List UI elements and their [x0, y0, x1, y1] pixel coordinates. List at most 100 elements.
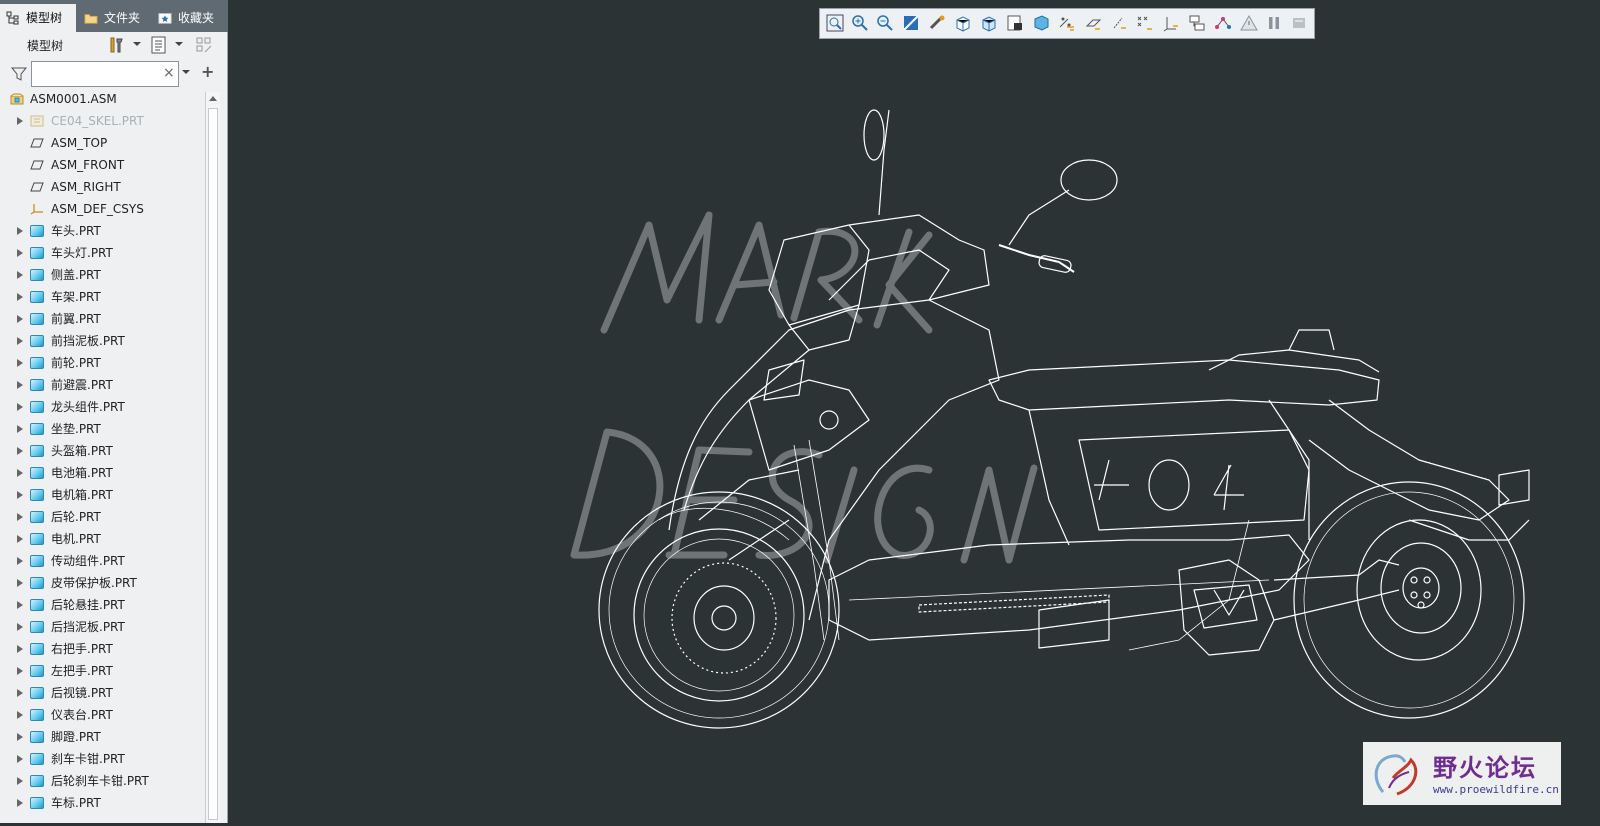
expand-arrow-icon[interactable]: [17, 645, 23, 653]
tree-item[interactable]: 前挡泥板.PRT: [0, 330, 204, 352]
expand-arrow-icon[interactable]: [17, 733, 23, 741]
tree-item[interactable]: 后轮刹车卡钳.PRT: [0, 770, 204, 792]
tree-item[interactable]: 脚蹬.PRT: [0, 726, 204, 748]
expand-arrow-icon[interactable]: [17, 601, 23, 609]
pause-icon[interactable]: [1264, 13, 1284, 33]
tree-item[interactable]: 前翼.PRT: [0, 308, 204, 330]
tree-item[interactable]: 仪表台.PRT: [0, 704, 204, 726]
expand-arrow-icon[interactable]: [17, 513, 23, 521]
point-display-icon[interactable]: [1109, 13, 1129, 33]
tree-item[interactable]: 坐垫.PRT: [0, 418, 204, 440]
spin-icon[interactable]: [1213, 13, 1233, 33]
expand-arrow-icon[interactable]: [17, 711, 23, 719]
tree-item[interactable]: 左把手.PRT: [0, 660, 204, 682]
repaint-icon[interactable]: [901, 13, 921, 33]
expand-arrow-icon[interactable]: [17, 777, 23, 785]
tree-item[interactable]: 右把手.PRT: [0, 638, 204, 660]
appearance-icon[interactable]: [1187, 13, 1207, 33]
expand-arrow-icon[interactable]: [17, 579, 23, 587]
add-icon[interactable]: +: [201, 64, 214, 80]
tree-item[interactable]: 后轮.PRT: [0, 506, 204, 528]
expand-arrow-icon[interactable]: [17, 249, 23, 257]
tab-model-tree[interactable]: 模型树: [0, 4, 76, 32]
section-icon[interactable]: [1031, 13, 1051, 33]
expand-arrow-icon[interactable]: [17, 535, 23, 543]
tree-item[interactable]: 前避震.PRT: [0, 374, 204, 396]
tree-item[interactable]: 皮带保护板.PRT: [0, 572, 204, 594]
expand-arrow-icon[interactable]: [17, 381, 23, 389]
expand-arrow-icon[interactable]: [17, 117, 23, 125]
expand-arrow-icon[interactable]: [17, 447, 23, 455]
zoom-in-icon[interactable]: [850, 13, 870, 33]
close-icon[interactable]: ×: [163, 66, 175, 80]
search-input[interactable]: [31, 61, 179, 87]
tree-columns-icon[interactable]: [195, 36, 213, 54]
tree-item[interactable]: CE04_SKEL.PRT: [0, 110, 204, 132]
tree-item[interactable]: 车标.PRT: [0, 792, 204, 814]
tree-item[interactable]: 前轮.PRT: [0, 352, 204, 374]
chevron-down-icon[interactable]: [133, 42, 141, 46]
warning-icon[interactable]: [1239, 13, 1259, 33]
tree-item[interactable]: ASM_FRONT: [0, 154, 204, 176]
expand-arrow-icon[interactable]: [17, 293, 23, 301]
tree-item[interactable]: 后挡泥板.PRT: [0, 616, 204, 638]
tab-folder-browser[interactable]: 文件夹: [78, 4, 150, 32]
filter-icon[interactable]: [11, 66, 27, 82]
expand-arrow-icon[interactable]: [17, 491, 23, 499]
tree-item[interactable]: 车头灯.PRT: [0, 242, 204, 264]
tree-item[interactable]: 传动组件.PRT: [0, 550, 204, 572]
zoom-out-icon[interactable]: [875, 13, 895, 33]
tree-item[interactable]: 后轮悬挂.PRT: [0, 594, 204, 616]
tree-item[interactable]: ASM_DEF_CSYS: [0, 198, 204, 220]
tree-item[interactable]: 电池箱.PRT: [0, 462, 204, 484]
refit-icon[interactable]: [825, 13, 845, 33]
annotation-display-icon[interactable]: [1161, 13, 1181, 33]
expand-arrow-icon[interactable]: [17, 227, 23, 235]
expand-arrow-icon[interactable]: [17, 799, 23, 807]
tree-item[interactable]: 电机箱.PRT: [0, 484, 204, 506]
tree-item[interactable]: 车头.PRT: [0, 220, 204, 242]
settings-tools-icon[interactable]: [107, 36, 125, 54]
expand-arrow-icon[interactable]: [17, 425, 23, 433]
chevron-down-icon[interactable]: [175, 42, 183, 46]
tree-item[interactable]: 头盔箱.PRT: [0, 440, 204, 462]
tree-scrollbar[interactable]: [205, 92, 220, 823]
chevron-down-icon[interactable]: [182, 70, 190, 74]
graphics-viewport[interactable]: [229, 0, 1600, 823]
saved-views-icon[interactable]: [979, 13, 999, 33]
scrollbar-thumb[interactable]: [208, 108, 218, 820]
show-list-icon[interactable]: [150, 36, 168, 54]
expand-arrow-icon[interactable]: [17, 403, 23, 411]
tree-item[interactable]: 车架.PRT: [0, 286, 204, 308]
tree-item[interactable]: 龙头组件.PRT: [0, 396, 204, 418]
tab-favorites[interactable]: 收藏夹: [152, 4, 228, 32]
expand-arrow-icon[interactable]: [17, 667, 23, 675]
tree-item[interactable]: ASM_TOP: [0, 132, 204, 154]
axis-display-icon[interactable]: [1083, 13, 1103, 33]
expand-arrow-icon[interactable]: [17, 469, 23, 477]
display-style-icon[interactable]: [1005, 13, 1025, 33]
view-orientation-icon[interactable]: [953, 13, 973, 33]
csys-icon: [30, 204, 43, 215]
tree-item[interactable]: 后视镜.PRT: [0, 682, 204, 704]
expand-arrow-icon[interactable]: [17, 315, 23, 323]
expand-arrow-icon[interactable]: [17, 623, 23, 631]
plane-display-icon[interactable]: [1057, 13, 1077, 33]
expand-arrow-icon[interactable]: [17, 359, 23, 367]
expand-arrow-icon[interactable]: [17, 689, 23, 697]
tree-item[interactable]: 电机.PRT: [0, 528, 204, 550]
skeleton-icon: [30, 115, 44, 127]
tree-item[interactable]: ASM_RIGHT: [0, 176, 204, 198]
panel-title: 模型树: [27, 39, 64, 53]
spin-center-icon[interactable]: [927, 13, 947, 33]
csys-display-icon[interactable]: [1135, 13, 1155, 33]
expand-arrow-icon[interactable]: [17, 337, 23, 345]
expand-arrow-icon[interactable]: [17, 755, 23, 763]
expand-arrow-icon[interactable]: [17, 557, 23, 565]
expand-arrow-icon[interactable]: [17, 271, 23, 279]
stop-icon[interactable]: [1289, 13, 1309, 33]
tree-item[interactable]: 侧盖.PRT: [0, 264, 204, 286]
tree-item[interactable]: 刹车卡钳.PRT: [0, 748, 204, 770]
scroll-up-icon[interactable]: [209, 96, 217, 101]
tree-item[interactable]: ASM0001.ASM: [0, 88, 204, 110]
